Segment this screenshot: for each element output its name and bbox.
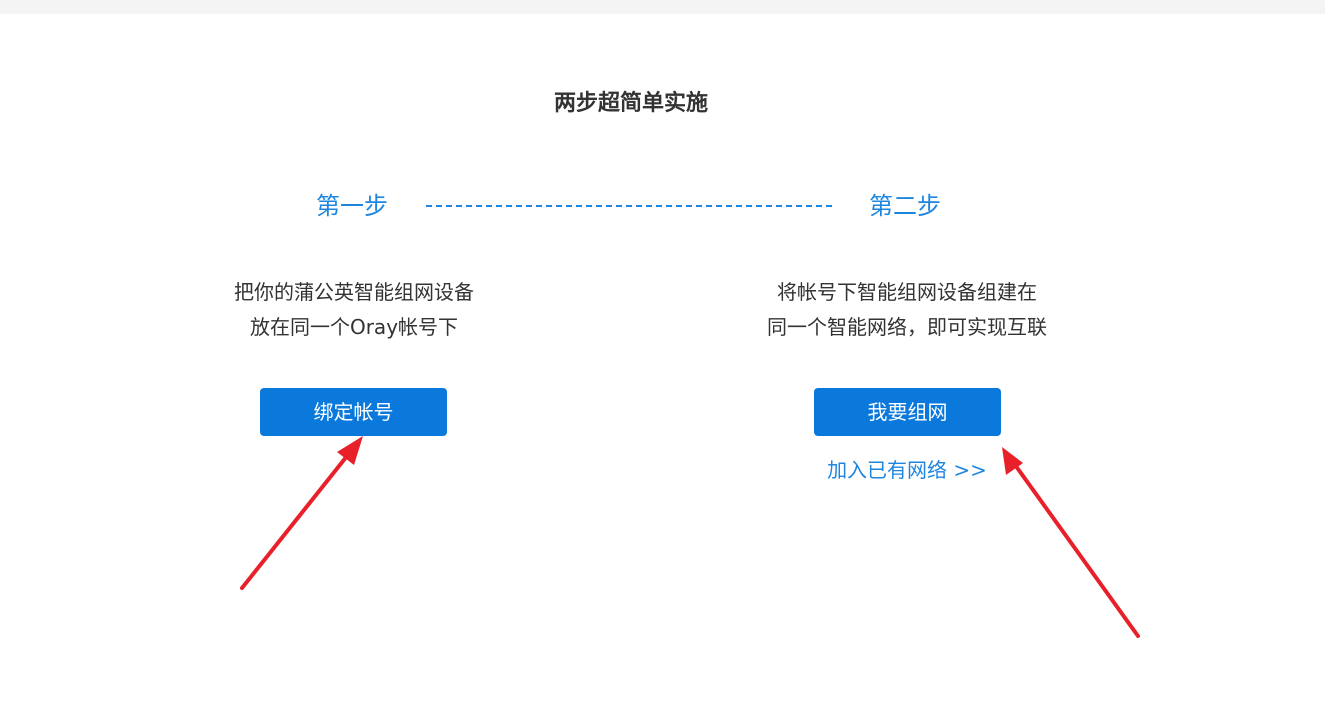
- step-one-description-line-1: 把你的蒲公英智能组网设备: [234, 280, 474, 304]
- arrow-annotation-left: [240, 436, 363, 590]
- step-connector-dashed-line: [426, 205, 832, 207]
- join-existing-network-link[interactable]: 加入已有网络 >>: [747, 455, 1067, 485]
- bind-account-button[interactable]: 绑定帐号: [260, 388, 447, 436]
- step-two-description: 将帐号下智能组网设备组建在 同一个智能网络，即可实现互联: [747, 275, 1067, 345]
- step-two-description-line-1: 将帐号下智能组网设备组建在: [777, 280, 1037, 304]
- section-heading: 两步超简单实施: [553, 91, 708, 116]
- step-one-description: 把你的蒲公英智能组网设备 放在同一个Oray帐号下: [194, 275, 514, 345]
- step-one-label: 第一步: [316, 192, 388, 220]
- step-one-description-line-2: 放在同一个Oray帐号下: [249, 315, 459, 339]
- top-bar: [0, 0, 1325, 14]
- page: 两步超简单实施 第一步 第二步 把你的蒲公英智能组网设备 放在同一个Oray帐号…: [0, 0, 1325, 713]
- step-two-label: 第二步: [869, 192, 941, 220]
- create-network-button[interactable]: 我要组网: [814, 388, 1001, 436]
- step-two-description-line-2: 同一个智能网络，即可实现互联: [767, 315, 1047, 339]
